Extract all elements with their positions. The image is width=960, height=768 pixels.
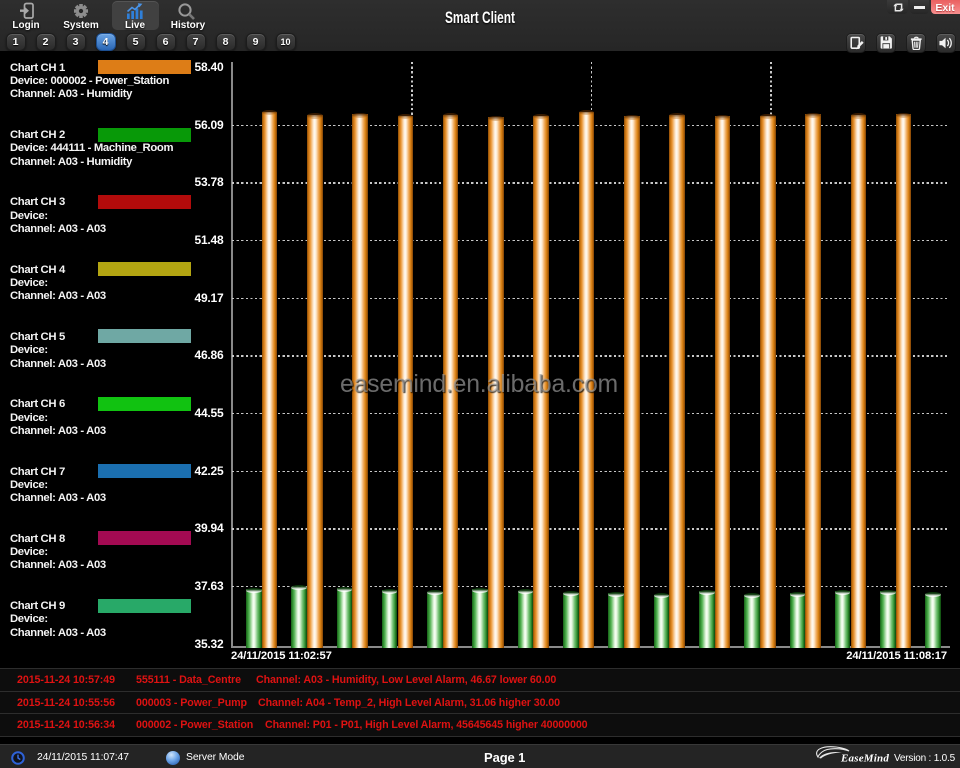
svg-text:EaseMind: EaseMind: [840, 753, 889, 765]
